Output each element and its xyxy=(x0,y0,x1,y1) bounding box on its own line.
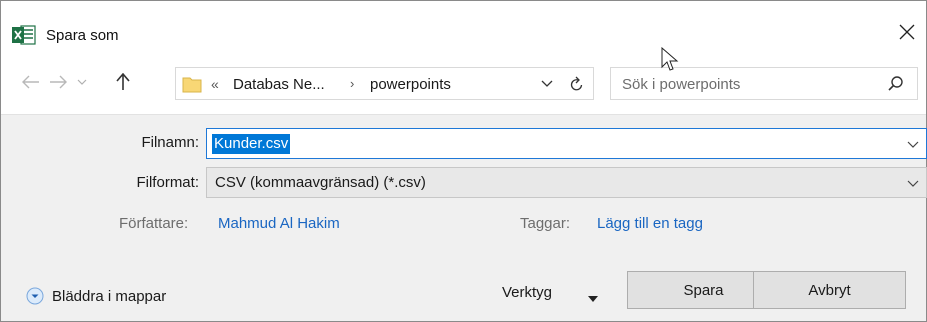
search-placeholder: Sök i powerpoints xyxy=(622,76,741,93)
format-chevron-down-icon[interactable] xyxy=(906,176,920,190)
add-tag-link[interactable]: Lägg till en tagg xyxy=(597,215,703,232)
tools-dropdown-icon[interactable] xyxy=(587,291,599,302)
browse-folders-toggle[interactable]: Bläddra i mappar xyxy=(26,285,166,307)
breadcrumb-overflow[interactable]: « xyxy=(211,76,219,92)
cancel-button[interactable]: Avbryt xyxy=(753,271,906,309)
folder-icon xyxy=(182,75,202,93)
back-arrow-icon[interactable] xyxy=(19,69,43,95)
dialog-title: Spara som xyxy=(46,27,119,44)
browse-folders-label: Bläddra i mappar xyxy=(52,287,167,305)
format-select[interactable]: CSV (kommaavgränsad) (*.csv) xyxy=(206,167,927,198)
navigation-bar: « Databas Ne... › powerpoints Sök i powe… xyxy=(1,63,926,103)
expand-chevron-circle-icon xyxy=(26,287,44,305)
close-icon xyxy=(899,24,915,44)
filename-chevron-down-icon[interactable] xyxy=(906,137,920,151)
filename-label: Filnamn: xyxy=(141,134,199,151)
author-value[interactable]: Mahmud Al Hakim xyxy=(218,215,340,232)
search-input[interactable]: Sök i powerpoints xyxy=(610,67,918,100)
breadcrumb-separator[interactable]: › xyxy=(350,76,354,91)
excel-icon xyxy=(12,25,36,45)
format-value: CSV (kommaavgränsad) (*.csv) xyxy=(215,174,426,191)
save-form-panel: Filnamn: Kunder.csv Filformat: CSV (komm… xyxy=(1,114,927,321)
breadcrumb-current[interactable]: powerpoints xyxy=(370,76,451,93)
breadcrumb-parent[interactable]: Databas Ne... xyxy=(233,76,325,93)
up-arrow-icon[interactable] xyxy=(111,69,135,95)
address-bar[interactable]: « Databas Ne... › powerpoints xyxy=(175,67,594,100)
recent-locations-chevron-down-icon[interactable] xyxy=(73,69,91,95)
title-bar: Spara som xyxy=(1,1,926,57)
search-icon[interactable] xyxy=(887,75,905,93)
filename-field[interactable]: Kunder.csv xyxy=(206,128,927,159)
save-as-dialog: Spara som « Databas Ne... › powerpoints … xyxy=(0,0,927,322)
format-label: Filformat: xyxy=(136,174,199,191)
tools-menu[interactable]: Verktyg xyxy=(502,284,552,301)
author-label: Författare: xyxy=(119,215,189,232)
forward-arrow-icon[interactable] xyxy=(46,69,70,95)
filename-value[interactable]: Kunder.csv xyxy=(212,134,291,154)
refresh-icon[interactable] xyxy=(566,74,588,94)
close-button[interactable] xyxy=(892,19,922,49)
address-dropdown-chevron-down-icon[interactable] xyxy=(538,75,556,93)
tags-label: Taggar: xyxy=(520,215,571,232)
